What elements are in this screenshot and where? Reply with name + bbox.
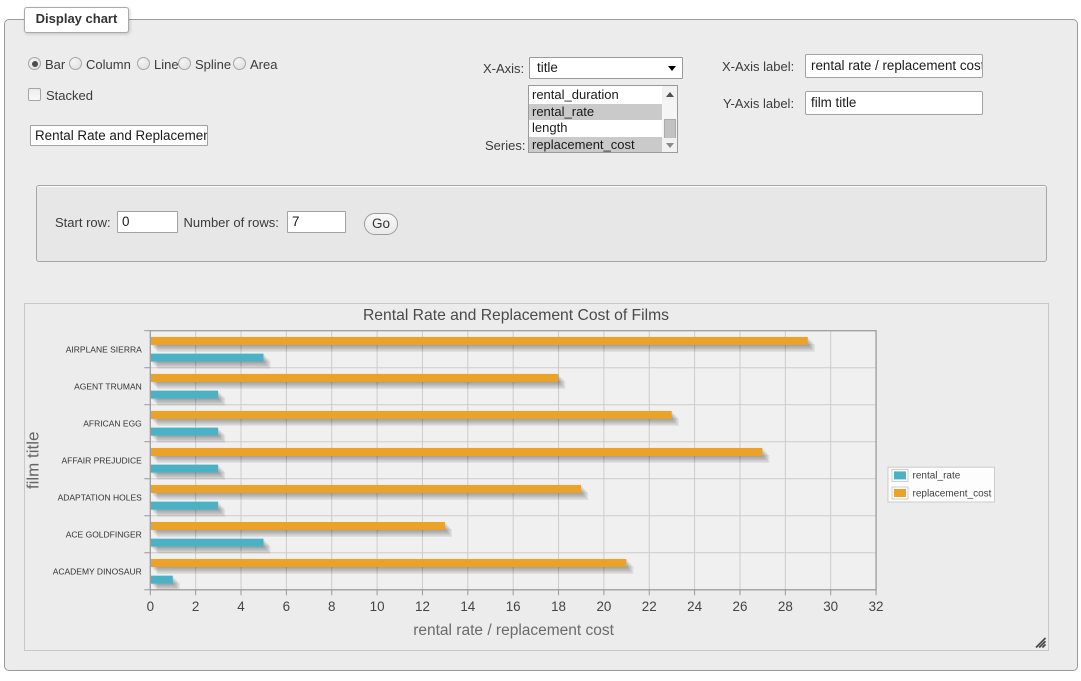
svg-text:26: 26 [733,599,748,614]
svg-text:film title: film title [24,431,43,489]
svg-text:30: 30 [823,599,838,614]
svg-text:16: 16 [506,599,521,614]
svg-text:14: 14 [460,599,475,614]
svg-text:32: 32 [869,599,884,614]
svg-text:ADAPTATION HOLES: ADAPTATION HOLES [58,492,143,502]
svg-text:replacement_cost: replacement_cost [913,488,992,499]
svg-text:6: 6 [283,599,290,614]
svg-text:0: 0 [147,599,154,614]
svg-text:2: 2 [192,599,199,614]
svg-text:rental rate / replacement cost: rental rate / replacement cost [413,622,614,639]
svg-text:ACADEMY DINOSAUR: ACADEMY DINOSAUR [53,566,142,576]
svg-text:28: 28 [778,599,793,614]
svg-text:AIRPLANE SIERRA: AIRPLANE SIERRA [66,344,142,354]
svg-text:8: 8 [328,599,335,614]
svg-text:rental_rate: rental_rate [913,471,961,482]
svg-text:24: 24 [687,599,702,614]
svg-text:10: 10 [370,599,385,614]
svg-text:AFFAIR PREJUDICE: AFFAIR PREJUDICE [62,455,143,465]
svg-text:AFRICAN EGG: AFRICAN EGG [83,418,142,428]
svg-text:18: 18 [551,599,566,614]
svg-text:4: 4 [237,599,245,614]
svg-text:20: 20 [596,599,611,614]
svg-text:AGENT TRUMAN: AGENT TRUMAN [74,381,142,391]
svg-text:12: 12 [415,599,430,614]
svg-text:22: 22 [642,599,657,614]
svg-text:Rental Rate and Replacement Co: Rental Rate and Replacement Cost of Film… [363,307,669,324]
svg-text:ACE GOLDFINGER: ACE GOLDFINGER [66,529,142,539]
